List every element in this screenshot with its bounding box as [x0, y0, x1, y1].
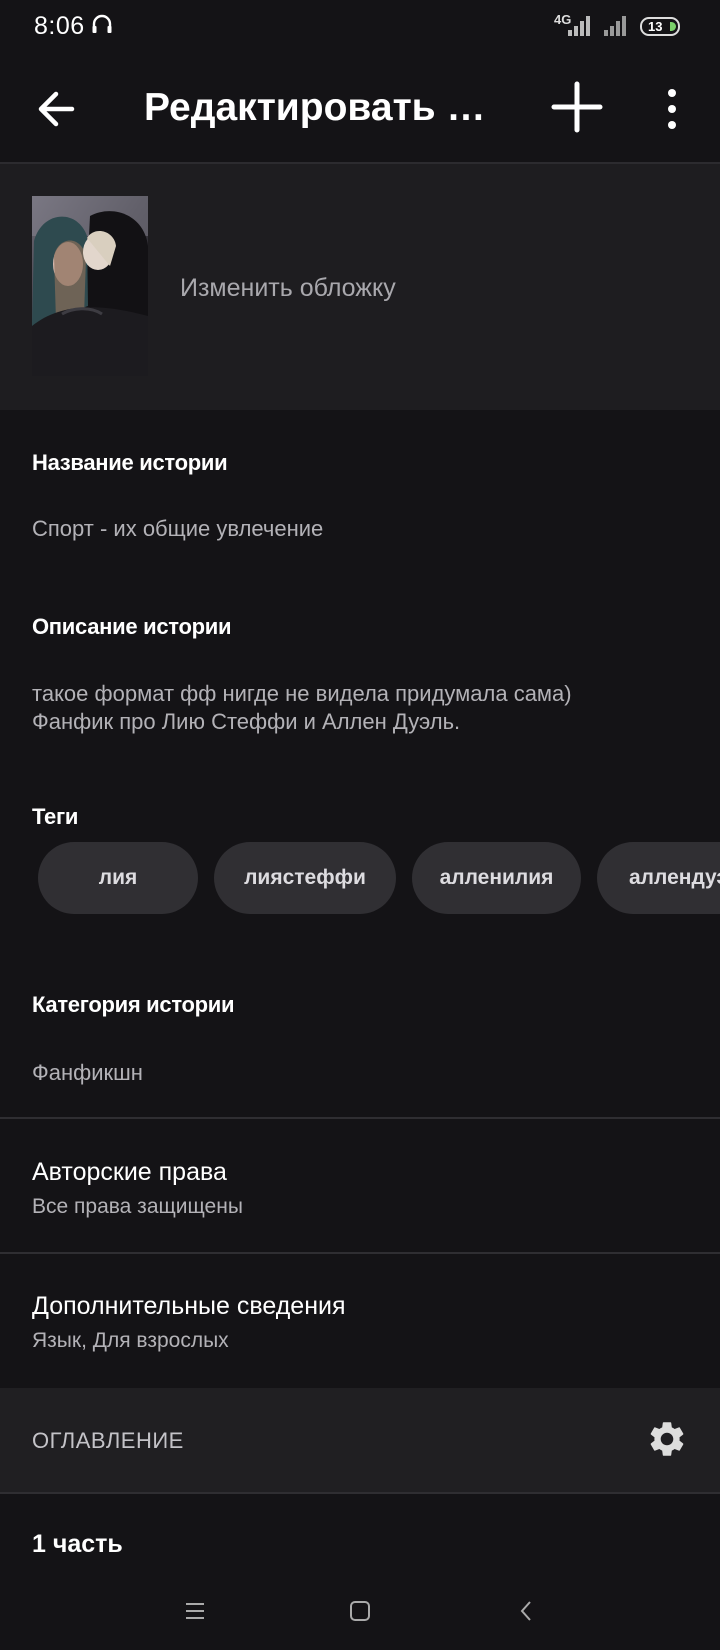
- category-field[interactable]: Фанфикшн: [32, 1060, 143, 1086]
- cover-section: Изменить обложку: [0, 164, 720, 410]
- more-vertical-icon[interactable]: [652, 82, 692, 136]
- story-description-field[interactable]: такое формат фф нигде не видела придумал…: [32, 680, 572, 736]
- description-line: Фанфик про Лию Стеффи и Аллен Дуэль.: [32, 709, 461, 734]
- divider: [0, 1492, 720, 1494]
- description-line: такое формат фф нигде не видела придумал…: [32, 681, 572, 706]
- tag-chip[interactable]: лиястеффи: [214, 842, 396, 914]
- divider: [0, 1252, 720, 1254]
- page-title: Редактировать и...: [144, 86, 494, 129]
- signal-icon: [568, 16, 590, 36]
- category-label: Категория истории: [32, 992, 235, 1017]
- battery-fill: [670, 22, 676, 31]
- additional-info-title: Дополнительные сведения: [32, 1292, 346, 1320]
- signal-icon-2: [604, 16, 626, 36]
- additional-info-value: Язык, Для взрослых: [32, 1329, 229, 1352]
- status-bar: 8:06 4G 13: [0, 0, 720, 56]
- story-title-label: Название истории: [32, 450, 228, 475]
- tag-chip[interactable]: аллендуэ: [597, 842, 720, 914]
- plus-icon[interactable]: [548, 78, 606, 136]
- story-title-field[interactable]: Спорт - их общие увлечение: [32, 516, 323, 542]
- copyright-value: Все права защищены: [32, 1195, 243, 1218]
- tag-chip[interactable]: алленилия: [412, 842, 581, 914]
- table-of-contents-header: ОГЛАВЛЕНИЕ: [0, 1388, 720, 1492]
- tags-label: Теги: [32, 804, 79, 829]
- toc-title: ОГЛАВЛЕНИЕ: [32, 1428, 184, 1453]
- arrow-left-icon[interactable]: [30, 82, 84, 136]
- gear-icon[interactable]: [646, 1418, 688, 1460]
- headphones-icon: [92, 14, 112, 33]
- battery-icon: 13: [640, 17, 680, 36]
- tags-list: лия лиястеффи алленилия аллендуэ: [38, 842, 720, 914]
- divider: [0, 1117, 720, 1119]
- system-nav-bar: [0, 1574, 720, 1650]
- status-time: 8:06: [34, 12, 85, 40]
- chevron-left-icon[interactable]: [512, 1596, 542, 1626]
- cover-image[interactable]: [32, 196, 148, 376]
- menu-icon[interactable]: [180, 1596, 210, 1626]
- app-toolbar: Редактировать и...: [0, 56, 720, 164]
- change-cover-button[interactable]: Изменить обложку: [180, 274, 396, 303]
- square-home-icon[interactable]: [345, 1596, 375, 1626]
- tag-chip[interactable]: лия: [38, 842, 198, 914]
- story-description-label: Описание истории: [32, 614, 232, 639]
- copyright-title: Авторские права: [32, 1158, 227, 1186]
- part-item[interactable]: 1 часть: [32, 1530, 123, 1559]
- battery-level: 13: [648, 19, 663, 34]
